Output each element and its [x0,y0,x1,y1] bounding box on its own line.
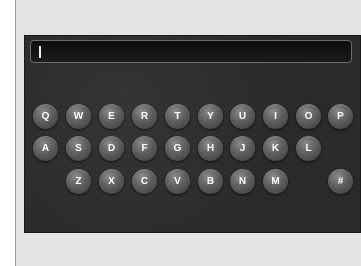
key-n[interactable]: N [230,169,255,194]
key-d[interactable]: D [99,136,124,161]
key-q[interactable]: Q [33,104,58,129]
key-z[interactable]: Z [66,169,91,194]
key-x[interactable]: X [99,169,124,194]
key-h[interactable]: H [198,136,223,161]
key-u[interactable]: U [230,104,255,129]
key-t[interactable]: T [165,104,190,129]
text-input-field[interactable] [30,40,352,63]
key-e[interactable]: E [99,104,124,129]
key-g[interactable]: G [165,136,190,161]
key-symbols[interactable]: # [328,169,353,194]
key-c[interactable]: C [132,169,157,194]
key-y[interactable]: Y [198,104,223,129]
key-w[interactable]: W [66,104,91,129]
key-l[interactable]: L [296,136,321,161]
key-o[interactable]: O [296,104,321,129]
key-b[interactable]: B [198,169,223,194]
key-p[interactable]: P [328,104,353,129]
key-r[interactable]: R [132,104,157,129]
key-a[interactable]: A [33,136,58,161]
key-v[interactable]: V [165,169,190,194]
keyboard-screen: Q W E R T Y U I O P A S D F G H J K L Z … [24,35,361,233]
key-f[interactable]: F [132,136,157,161]
text-cursor [39,46,41,58]
key-s[interactable]: S [66,136,91,161]
key-j[interactable]: J [230,136,255,161]
key-i[interactable]: I [263,104,288,129]
key-k[interactable]: K [263,136,288,161]
key-m[interactable]: M [263,169,288,194]
